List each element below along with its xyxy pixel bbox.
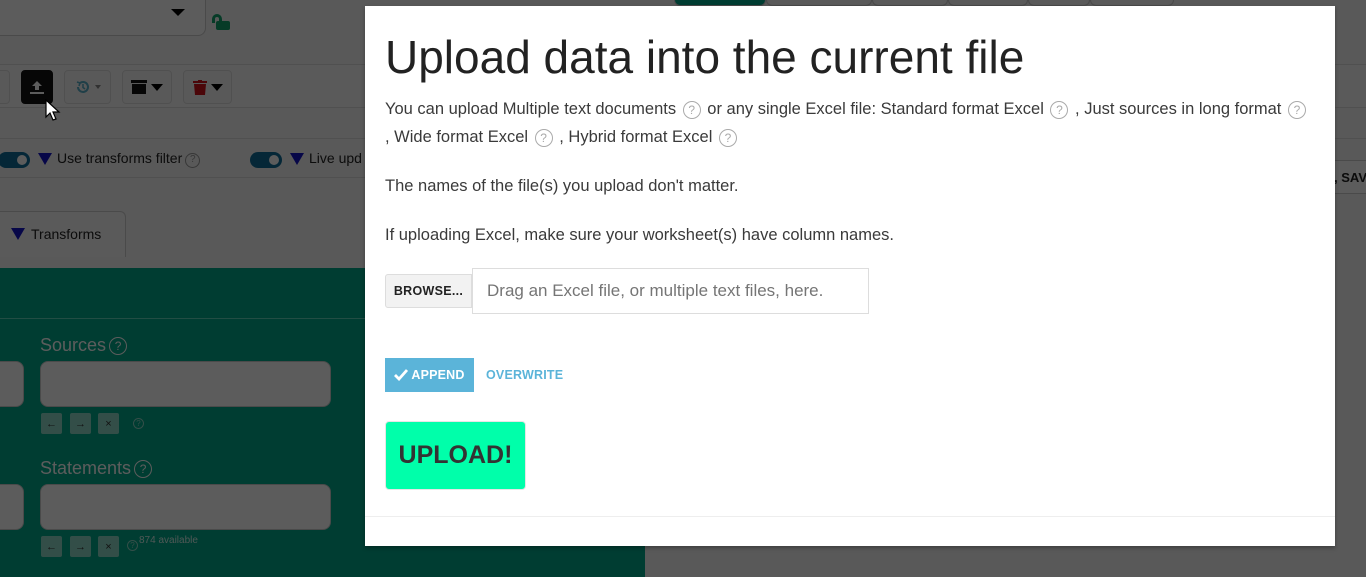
upload-button[interactable]: UPLOAD! <box>385 421 526 490</box>
help-icon-standard-excel[interactable]: ? <box>1050 101 1069 119</box>
overwrite-button[interactable]: OVERWRITE <box>486 368 563 382</box>
browse-button[interactable]: BROWSE... <box>385 274 472 308</box>
help-icon-hybrid-format[interactable]: ? <box>718 129 737 147</box>
note-column-names: If uploading Excel, make sure your works… <box>385 226 894 244</box>
modal-title: Upload data into the current file <box>385 31 1025 83</box>
upload-mode-selector: APPEND OVERWRITE <box>385 358 563 392</box>
append-button[interactable]: APPEND <box>385 358 474 392</box>
mouse-cursor-icon <box>45 99 61 121</box>
intro-text: You can upload Multiple text documents <box>385 100 677 118</box>
file-upload-control: BROWSE... <box>385 268 869 314</box>
help-icon-multiple-text[interactable]: ? <box>682 101 701 119</box>
intro-text: , Hybrid format Excel <box>559 128 713 146</box>
note-file-names: The names of the file(s) you upload don'… <box>385 177 739 195</box>
append-label: APPEND <box>411 368 465 382</box>
upload-modal: Upload data into the current file You ca… <box>365 6 1335 546</box>
intro-text: or any single Excel file: Standard forma… <box>707 100 1044 118</box>
modal-footer-divider <box>365 516 1335 517</box>
help-icon-wide-format[interactable]: ? <box>534 129 553 147</box>
upload-instructions: You can upload Multiple text documents ?… <box>385 95 1315 151</box>
intro-text: , Just sources in long format <box>1075 100 1282 118</box>
file-drop-input[interactable] <box>472 268 869 314</box>
intro-text: , Wide format Excel <box>385 128 529 146</box>
checkmark-icon <box>394 369 409 381</box>
help-icon-long-format[interactable]: ? <box>1287 101 1306 119</box>
